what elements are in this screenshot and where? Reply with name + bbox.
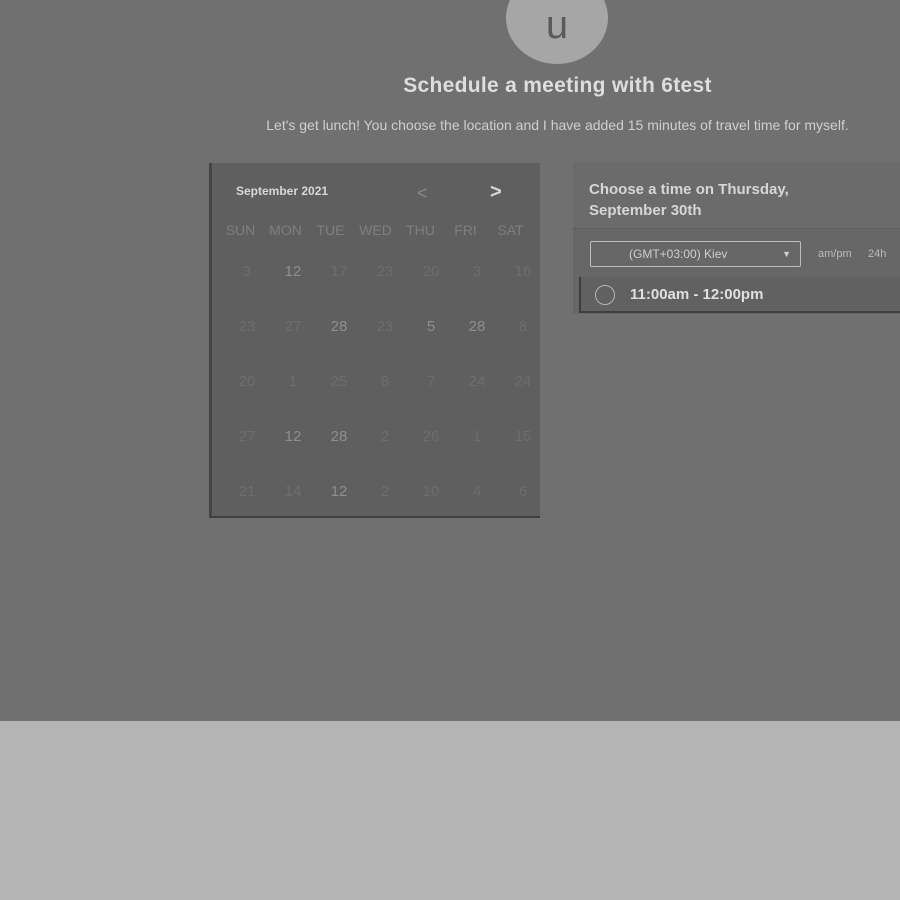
page-description: Let's get lunch! You choose the location… <box>266 117 849 133</box>
radio-button[interactable] <box>595 285 615 305</box>
chevron-right-icon[interactable]: > <box>490 181 502 204</box>
calendar-day[interactable]: 12 <box>270 415 316 470</box>
calendar-day[interactable]: 15 <box>500 415 546 470</box>
avatar: u <box>506 0 608 64</box>
calendar-day[interactable]: 8 <box>362 360 408 415</box>
avatar-letter: u <box>545 2 569 47</box>
calendar-day[interactable]: 2 <box>362 470 408 525</box>
calendar-day[interactable]: 21 <box>224 470 270 525</box>
calendar-day[interactable]: 27 <box>224 415 270 470</box>
calendar-day[interactable]: 4 <box>454 470 500 525</box>
timezone-select[interactable]: (GMT+03:00) Kiev ▼ <box>590 241 801 267</box>
calendar-day[interactable]: 1 <box>270 360 316 415</box>
calendar-day[interactable]: 8 <box>500 305 546 360</box>
time-slot-option[interactable]: 11:00am - 12:00pm <box>579 277 900 313</box>
calendar-day[interactable]: 6 <box>500 470 546 525</box>
calendar-day-grid: 3 12 17 23 20 3 16 23 27 28 23 5 28 8 20… <box>212 250 555 525</box>
page-background: u Schedule a meeting with 6test Let's ge… <box>0 0 900 721</box>
calendar-day[interactable]: 2 <box>362 415 408 470</box>
calendar-day[interactable]: 20 <box>224 360 270 415</box>
weekday-sat: SAT <box>497 222 524 238</box>
calendar-day[interactable]: 5 <box>408 305 454 360</box>
calendar-day[interactable]: 28 <box>454 305 500 360</box>
calendar-month-label: September 2021 <box>236 184 329 198</box>
calendar-day[interactable]: 26 <box>408 415 454 470</box>
page-title: Schedule a meeting with 6test <box>403 74 712 97</box>
calendar-day[interactable]: 28 <box>316 305 362 360</box>
calendar-weekdays: SUN MON TUE WED THU FRI SAT <box>212 222 549 238</box>
time-panel-title: Choose a time on Thursday, September 30t… <box>589 181 789 219</box>
calendar-day[interactable]: 3 <box>454 250 500 305</box>
weekday-thu: THU <box>406 222 435 238</box>
chevron-left-icon[interactable]: < <box>417 183 428 204</box>
timezone-value: (GMT+03:00) Kiev <box>629 247 728 261</box>
weekday-wed: WED <box>359 222 392 238</box>
weekday-mon: MON <box>269 222 302 238</box>
calendar-day[interactable]: 24 <box>454 360 500 415</box>
calendar-day[interactable]: 12 <box>270 250 316 305</box>
calendar-day[interactable]: 14 <box>270 470 316 525</box>
calendar-day[interactable]: 16 <box>500 250 546 305</box>
calendar-day[interactable]: 23 <box>362 305 408 360</box>
caret-down-icon: ▼ <box>782 249 791 259</box>
time-panel-header: Choose a time on Thursday, September 30t… <box>573 162 900 229</box>
format-ampm-toggle[interactable]: am/pm <box>818 248 852 260</box>
calendar-day[interactable]: 10 <box>408 470 454 525</box>
weekday-sun: SUN <box>225 222 256 238</box>
calendar-day[interactable]: 24 <box>500 360 546 415</box>
calendar: September 2021 < > SUN MON TUE WED THU F… <box>209 163 540 518</box>
calendar-day[interactable]: 17 <box>316 250 362 305</box>
calendar-day[interactable]: 3 <box>224 250 270 305</box>
calendar-day[interactable]: 1 <box>454 415 500 470</box>
time-selection-panel: Choose a time on Thursday, September 30t… <box>573 162 900 314</box>
weekday-fri: FRI <box>454 222 477 238</box>
calendar-day[interactable]: 7 <box>408 360 454 415</box>
calendar-day[interactable]: 25 <box>316 360 362 415</box>
time-slot-label: 11:00am - 12:00pm <box>630 286 764 303</box>
format-24h-toggle[interactable]: 24h <box>868 248 886 260</box>
calendar-day[interactable]: 23 <box>224 305 270 360</box>
calendar-day[interactable]: 20 <box>408 250 454 305</box>
calendar-day[interactable]: 12 <box>316 470 362 525</box>
weekday-tue: TUE <box>316 222 345 238</box>
calendar-day[interactable]: 27 <box>270 305 316 360</box>
calendar-day[interactable]: 23 <box>362 250 408 305</box>
calendar-day[interactable]: 28 <box>316 415 362 470</box>
